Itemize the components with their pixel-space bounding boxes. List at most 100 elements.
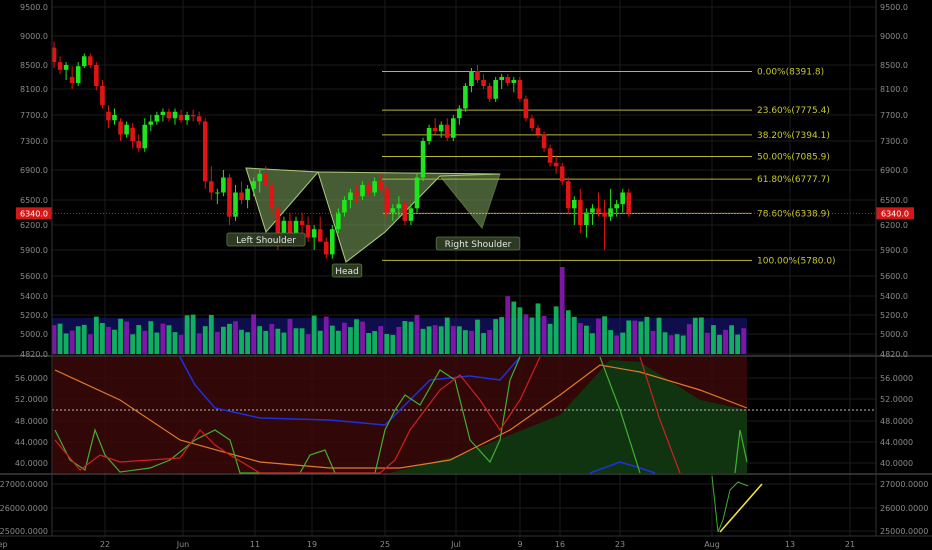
candle-body-71	[481, 80, 486, 86]
volume-bar-104	[680, 335, 686, 354]
volume-bar-101	[662, 332, 668, 354]
candle-body-72	[487, 86, 492, 99]
candle-body-12	[124, 124, 129, 135]
y-tick-right-10: 5600.0	[880, 272, 908, 281]
candle-body-64	[438, 124, 444, 132]
candle-body-62	[426, 128, 432, 141]
volume-bar-103	[674, 334, 680, 354]
y-tick-left-8: 6200.0	[20, 221, 48, 230]
y-tick-right-11: 5400.0	[880, 292, 908, 301]
volume-bar-27	[214, 331, 220, 354]
volume-bar-24	[196, 333, 202, 354]
volume-bar-88	[584, 325, 589, 354]
candle-body-81	[541, 134, 547, 149]
y-tick-left-6: 6900.0	[20, 166, 48, 175]
volume-bar-15	[142, 330, 148, 354]
volume-bar-80	[535, 303, 541, 354]
y-tick-right-14: 4820.0	[880, 350, 908, 359]
y-tick-right-0: 9500.0	[880, 3, 908, 12]
volume-bar-51	[360, 321, 365, 354]
price-chart[interactable]: 0.00%(8391.8) 23.60%(7775.4) 38.20%(7394.1…	[0, 0, 932, 550]
fib-label-0: 0.00%(8391.8)	[757, 67, 824, 77]
current-price-label-right: 6340.0	[881, 209, 909, 218]
volume-bar-32	[245, 332, 250, 354]
volume-bar-79	[529, 317, 535, 354]
candle-body-84	[559, 166, 565, 182]
x-tick-3: 19	[307, 540, 317, 549]
volume-bar-77	[517, 307, 523, 354]
volume-bar-97	[638, 321, 644, 354]
candle-body-45	[323, 241, 329, 255]
volume-bar-70	[475, 319, 480, 354]
y-tick-right-9: 5900.0	[880, 246, 908, 255]
volume-bar-82	[547, 323, 553, 354]
volume-bar-13	[130, 334, 136, 354]
volume-bar-64	[438, 326, 444, 354]
candle-body-78	[523, 98, 529, 119]
volume-bar-108	[705, 332, 710, 354]
candle-body-65	[444, 124, 450, 138]
candle-body-40	[293, 220, 299, 234]
candle-body-75	[505, 77, 511, 83]
volume-bar-92	[608, 330, 613, 354]
volume-bar-98	[644, 316, 650, 354]
y-tick-right-13: 5000.0	[880, 330, 908, 339]
fib-label-4: 61.80%(6777.7)	[757, 175, 830, 185]
volume-bar-72	[487, 330, 492, 354]
candle-body-6	[88, 56, 93, 65]
volume-bar-53	[372, 331, 378, 354]
volume-bar-19	[166, 325, 172, 354]
y-tick-right-7: 6500.0	[880, 196, 908, 205]
volume-bar-75	[505, 296, 511, 354]
x-tick-2: 11	[250, 540, 260, 549]
ind-tick-right-2: 25000.0000	[880, 527, 928, 536]
candle-body-67	[457, 108, 462, 119]
volume-bar-54	[378, 326, 384, 354]
candle-body-76	[511, 80, 517, 83]
volume-bar-58	[402, 321, 408, 354]
candle-body-13	[130, 128, 135, 141]
candle-body-85	[565, 181, 571, 209]
candle-body-55	[384, 188, 390, 213]
volume-bar-21	[178, 334, 184, 354]
candle-body-14	[136, 141, 141, 149]
x-tick-8: 23	[615, 540, 625, 549]
x-tick-6: 9	[517, 540, 522, 549]
ind-tick-left-2: 25000.0000	[0, 527, 48, 536]
volume-bar-60	[414, 314, 420, 354]
x-tick-1: Jun	[176, 540, 190, 549]
candle-body-28	[221, 177, 226, 193]
volume-bar-37	[275, 328, 281, 354]
volume-bar-102	[668, 335, 674, 354]
volume-bar-49	[348, 327, 353, 354]
candle-body-90	[596, 208, 601, 213]
volume-bar-57	[396, 326, 402, 354]
volume-bar-94	[620, 332, 626, 354]
candle-body-43	[311, 229, 317, 238]
volume-bar-113	[735, 334, 741, 354]
y-tick-right-2: 8500.0	[880, 61, 908, 70]
volume-bar-55	[384, 334, 390, 354]
candle-body-52	[366, 185, 371, 193]
rsi-tick-left-1: 52.0000	[15, 395, 48, 404]
volume-bar-65	[444, 317, 450, 354]
candle-body-9	[106, 111, 111, 121]
candle-body-4	[75, 66, 81, 83]
candle-body-26	[209, 181, 214, 193]
y-tick-left-5: 7300.0	[20, 137, 48, 146]
ind-tick-right-1: 26000.0000	[880, 504, 928, 513]
volume-bar-18	[160, 323, 166, 354]
y-tick-left-3: 8100.0	[20, 85, 48, 94]
fib-label-2: 38.20%(7394.1)	[757, 131, 830, 141]
volume-bar-36	[269, 323, 275, 354]
rsi-tick-right-1: 52.0000	[880, 395, 913, 404]
volume-bar-114	[741, 328, 747, 354]
y-tick-right-12: 5200.0	[880, 311, 908, 320]
volume-bar-100	[656, 317, 662, 354]
y-tick-right-4: 7700.0	[880, 111, 908, 120]
rsi-tick-right-2: 48.0000	[880, 417, 913, 426]
candle-body-47	[336, 212, 341, 230]
candle-body-17	[154, 115, 160, 122]
volume-bar-42	[305, 334, 311, 354]
y-tick-right-3: 8100.0	[880, 85, 908, 94]
